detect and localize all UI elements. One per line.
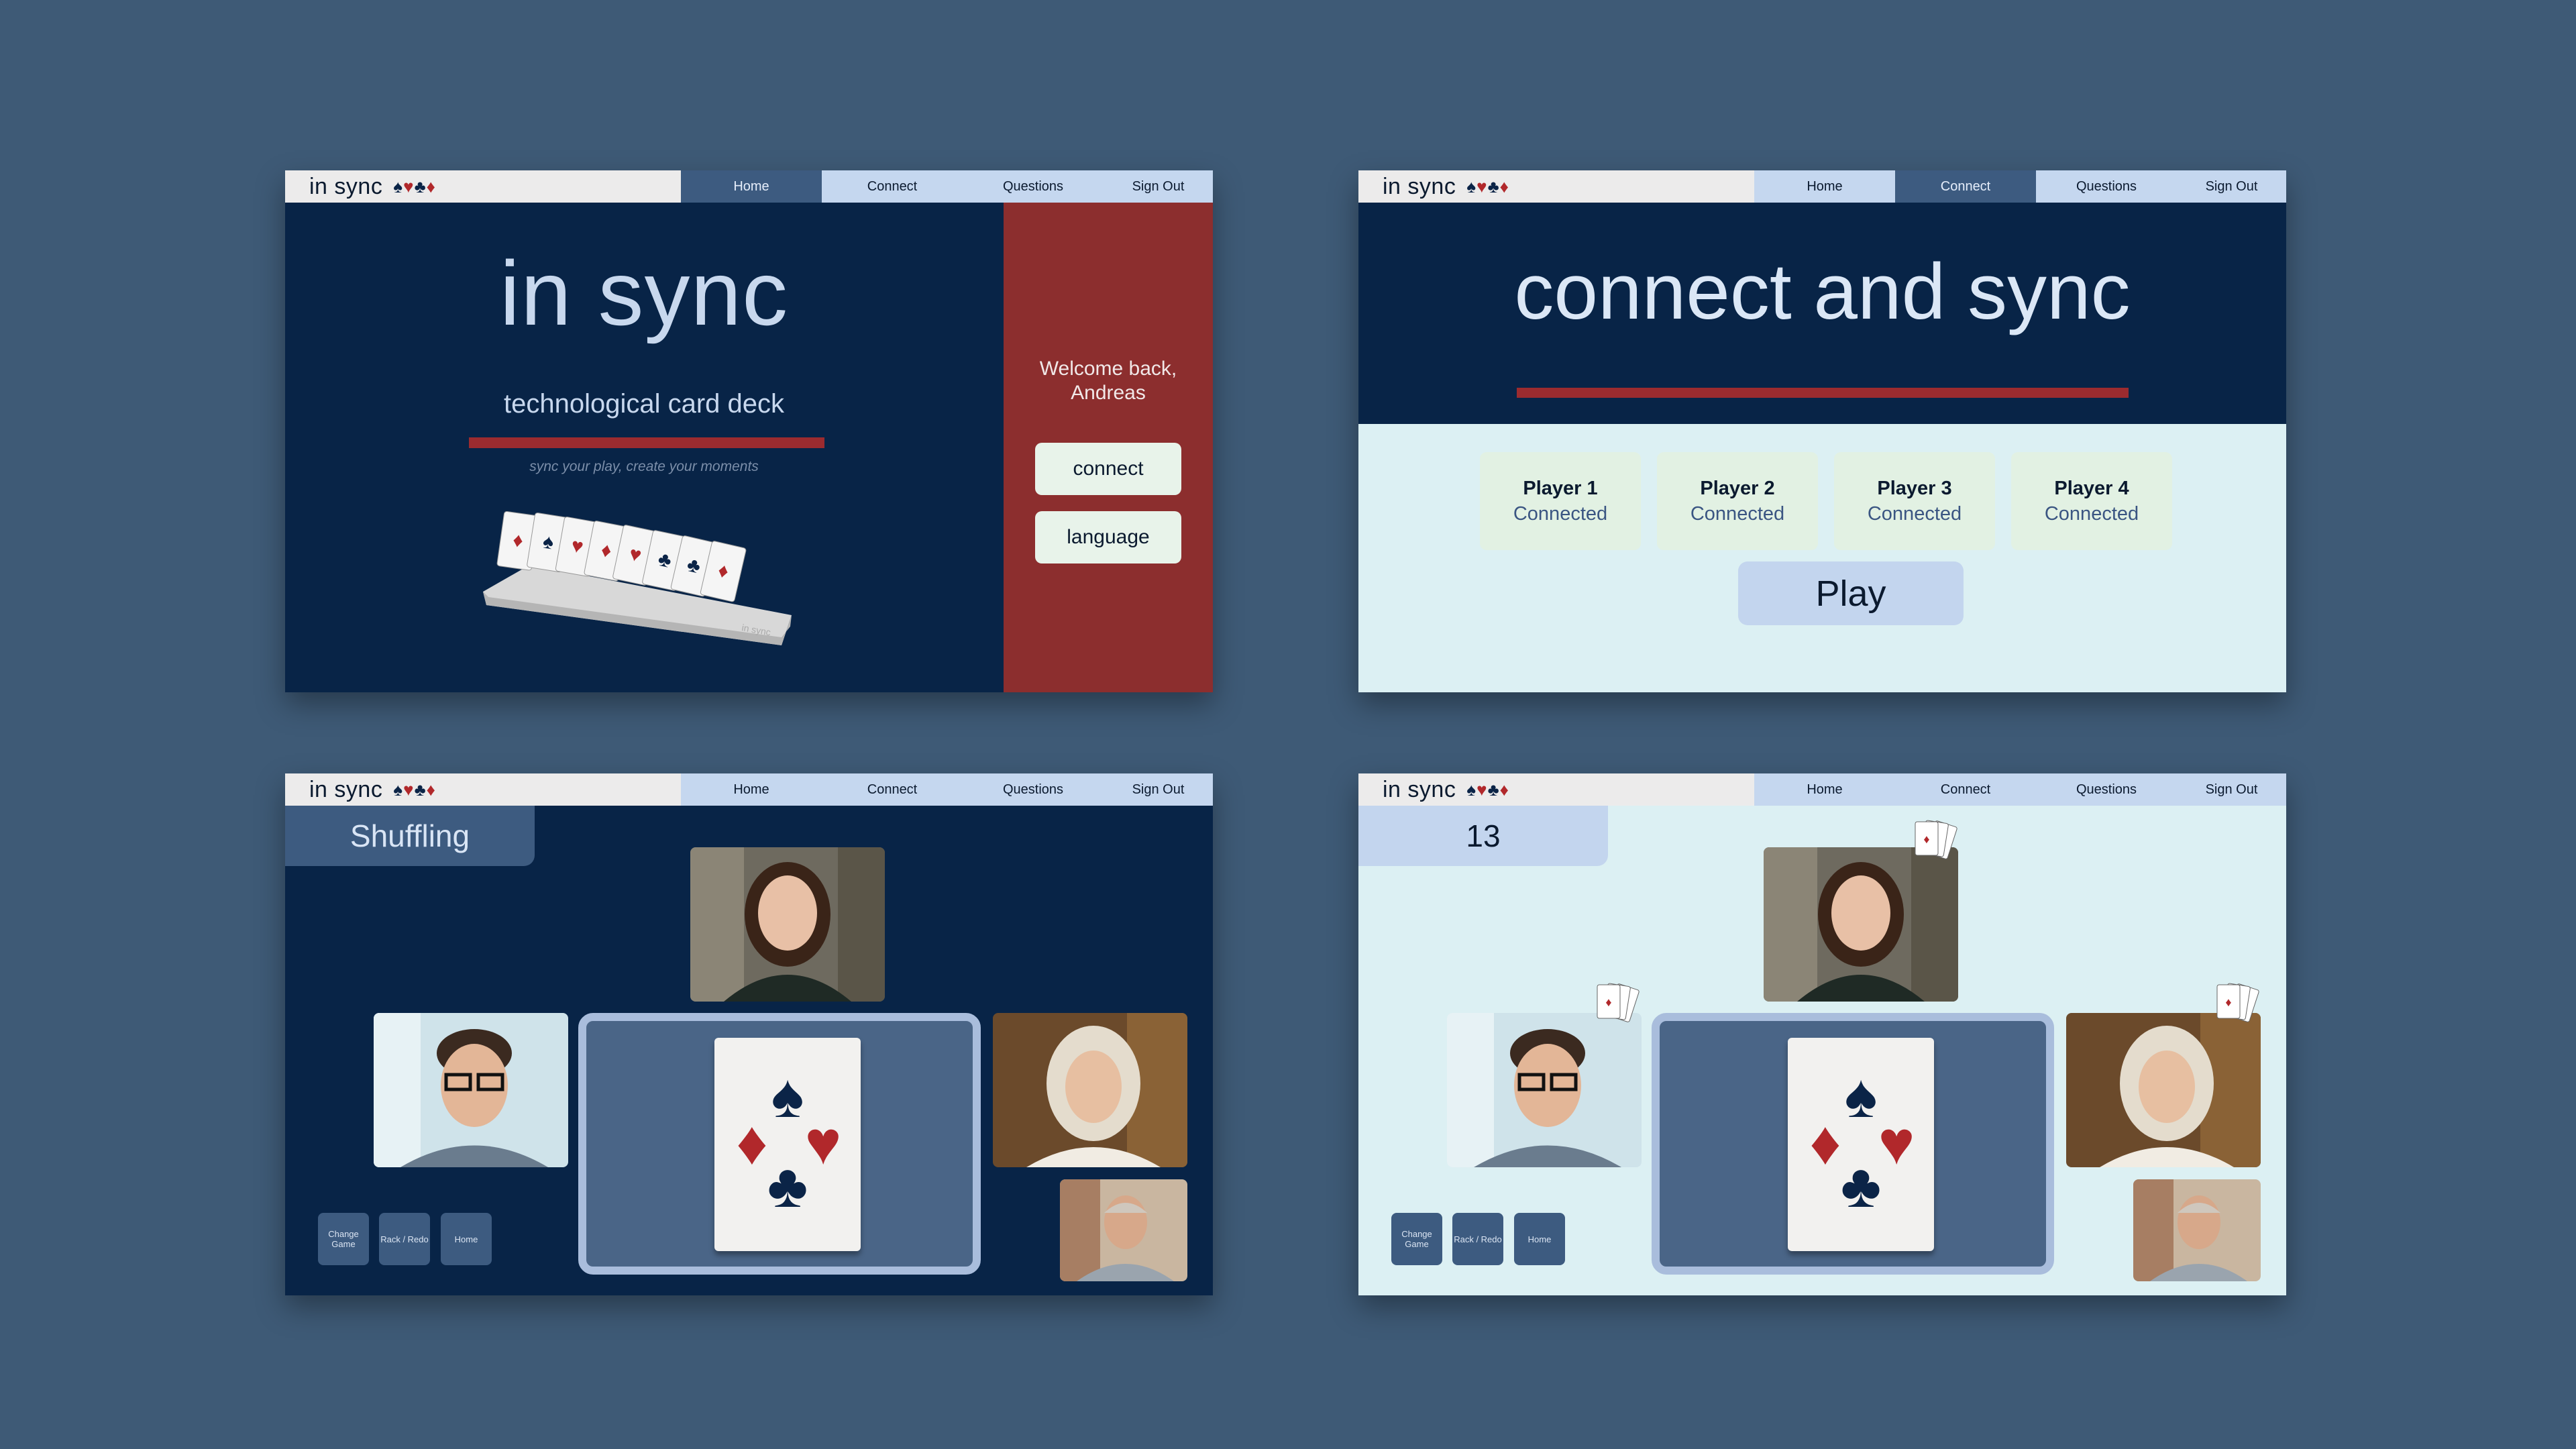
nav-menu: Home Connect Questions Sign Out	[1754, 170, 2286, 203]
suits-icon: ♠♥♣♦	[393, 779, 436, 800]
player-status: Connected	[1867, 503, 1962, 525]
navbar: in sync ♠♥♣♦ Home Connect Questions Sign…	[285, 170, 1213, 203]
svg-text:♠: ♠	[771, 1062, 804, 1130]
player-name: Player 1	[1523, 478, 1598, 499]
nav-home[interactable]: Home	[681, 773, 822, 806]
navbar: in sync ♠♥♣♦ Home Connect Questions Sign…	[285, 773, 1213, 806]
player-status: Connected	[2044, 503, 2139, 525]
nav-menu: Home Connect Questions Sign Out	[681, 170, 1213, 203]
svg-text:♦: ♦	[737, 1109, 768, 1177]
nav-home[interactable]: Home	[1754, 170, 1895, 203]
change-game-button[interactable]: Change Game	[318, 1213, 369, 1265]
svg-text:♠: ♠	[1845, 1062, 1878, 1130]
rack-redo-button[interactable]: Rack / Redo	[1452, 1213, 1503, 1265]
player-video-man-glasses	[1447, 1013, 1642, 1167]
brand-logo[interactable]: in sync ♠♥♣♦	[285, 170, 681, 203]
nav-sign-out[interactable]: Sign Out	[2177, 170, 2286, 203]
welcome-panel: Welcome back, Andreas connect language	[1004, 203, 1213, 692]
nav-questions[interactable]: Questions	[2036, 773, 2177, 806]
nav-connect[interactable]: Connect	[1895, 773, 2036, 806]
player-video-older-man	[1060, 1179, 1187, 1281]
home-screen: in sync ♠♥♣♦ Home Connect Questions Sign…	[285, 170, 1213, 692]
player-card-4: Player 4 Connected	[2011, 452, 2172, 550]
svg-text:♥: ♥	[1878, 1109, 1915, 1177]
brand-name: in sync	[1383, 173, 1456, 199]
navbar: in sync ♠♥♣♦ Home Connect Questions Sign…	[1358, 773, 2286, 806]
rack-redo-button[interactable]: Rack / Redo	[379, 1213, 430, 1265]
card-table: ♠ ♦ ♥ ♣	[578, 1013, 981, 1275]
game-screen-playing: in sync ♠♥♣♦ Home Connect Questions Sign…	[1358, 773, 2286, 1295]
nav-sign-out[interactable]: Sign Out	[1104, 773, 1213, 806]
player-name: Player 2	[1700, 478, 1775, 499]
nav-questions[interactable]: Questions	[963, 170, 1104, 203]
nav-sign-out[interactable]: Sign Out	[1104, 170, 1213, 203]
svg-text:♥: ♥	[805, 1109, 842, 1177]
player-video-man-glasses	[374, 1013, 568, 1167]
nav-sign-out[interactable]: Sign Out	[2177, 773, 2286, 806]
hand-cards-icon: ♦	[1903, 815, 1964, 869]
suits-icon: ♠♥♣♦	[1466, 176, 1509, 197]
connect-screen: in sync ♠♥♣♦ Home Connect Questions Sign…	[1358, 170, 2286, 692]
player-card-2: Player 2 Connected	[1657, 452, 1818, 550]
home-button[interactable]: Home	[441, 1213, 492, 1265]
card-table: ♠ ♦ ♥ ♣	[1652, 1013, 2054, 1275]
brand-name: in sync	[309, 173, 383, 199]
player-status: Connected	[1513, 503, 1608, 525]
hero-tagline: sync your play, create your moments	[529, 459, 759, 474]
play-button[interactable]: Play	[1738, 561, 1964, 625]
suits-icon: ♠♥♣♦	[1466, 779, 1509, 800]
hero-divider	[469, 437, 824, 448]
svg-text:♣: ♣	[1841, 1152, 1881, 1220]
nav-connect[interactable]: Connect	[1895, 170, 2036, 203]
welcome-message: Welcome back, Andreas	[1039, 358, 1177, 404]
nav-questions[interactable]: Questions	[2036, 170, 2177, 203]
player-video-woman-brunette	[1764, 847, 1958, 1002]
nav-connect[interactable]: Connect	[822, 773, 963, 806]
connect-button[interactable]: connect	[1035, 443, 1181, 495]
card-rack-image: ♦ ♠ ♥ ♦ ♥ ♣ ♣ ♦ in sync	[476, 478, 805, 645]
svg-text:♣: ♣	[767, 1152, 808, 1220]
player-name: Player 3	[1877, 478, 1952, 499]
home-button[interactable]: Home	[1514, 1213, 1565, 1265]
hero-subtitle: technological card deck	[503, 389, 785, 419]
nav-menu: Home Connect Questions Sign Out	[681, 773, 1213, 806]
player-card-1: Player 1 Connected	[1480, 452, 1641, 550]
hand-cards-icon: ♦	[2205, 978, 2265, 1032]
connect-divider	[1517, 388, 2129, 398]
nav-connect[interactable]: Connect	[822, 170, 963, 203]
brand-logo[interactable]: in sync ♠♥♣♦	[1358, 170, 1754, 203]
svg-text:♦: ♦	[1923, 833, 1929, 846]
svg-text:♦: ♦	[2225, 996, 2231, 1009]
ace-card[interactable]: ♠ ♦ ♥ ♣	[714, 1038, 861, 1251]
player-card-3: Player 3 Connected	[1834, 452, 1995, 550]
navbar: in sync ♠♥♣♦ Home Connect Questions Sign…	[1358, 170, 2286, 203]
svg-text:♦: ♦	[1810, 1109, 1841, 1177]
nav-home[interactable]: Home	[1754, 773, 1895, 806]
player-video-woman-blonde	[993, 1013, 1187, 1167]
suits-icon: ♠♥♣♦	[393, 176, 436, 197]
change-game-button[interactable]: Change Game	[1391, 1213, 1442, 1265]
brand-logo[interactable]: in sync ♠♥♣♦	[1358, 773, 1754, 806]
svg-text:♦: ♦	[1605, 996, 1611, 1009]
language-button[interactable]: language	[1035, 511, 1181, 564]
player-video-older-man	[2133, 1179, 2261, 1281]
connect-title: connect and sync	[1514, 248, 2131, 336]
brand-name: in sync	[309, 776, 383, 802]
game-screen-shuffling: in sync ♠♥♣♦ Home Connect Questions Sign…	[285, 773, 1213, 1295]
ace-card[interactable]: ♠ ♦ ♥ ♣	[1788, 1038, 1934, 1251]
player-status: Connected	[1690, 503, 1785, 525]
player-video-woman-blonde	[2066, 1013, 2261, 1167]
player-video-woman-brunette	[690, 847, 885, 1002]
brand-logo[interactable]: in sync ♠♥♣♦	[285, 773, 681, 806]
hero-title: in sync	[499, 242, 789, 344]
game-status: Shuffling	[285, 806, 535, 866]
card-count: 13	[1358, 806, 1608, 866]
player-name: Player 4	[2054, 478, 2129, 499]
nav-questions[interactable]: Questions	[963, 773, 1104, 806]
brand-name: in sync	[1383, 776, 1456, 802]
nav-menu: Home Connect Questions Sign Out	[1754, 773, 2286, 806]
nav-home[interactable]: Home	[681, 170, 822, 203]
hand-cards-icon: ♦	[1585, 978, 1646, 1032]
